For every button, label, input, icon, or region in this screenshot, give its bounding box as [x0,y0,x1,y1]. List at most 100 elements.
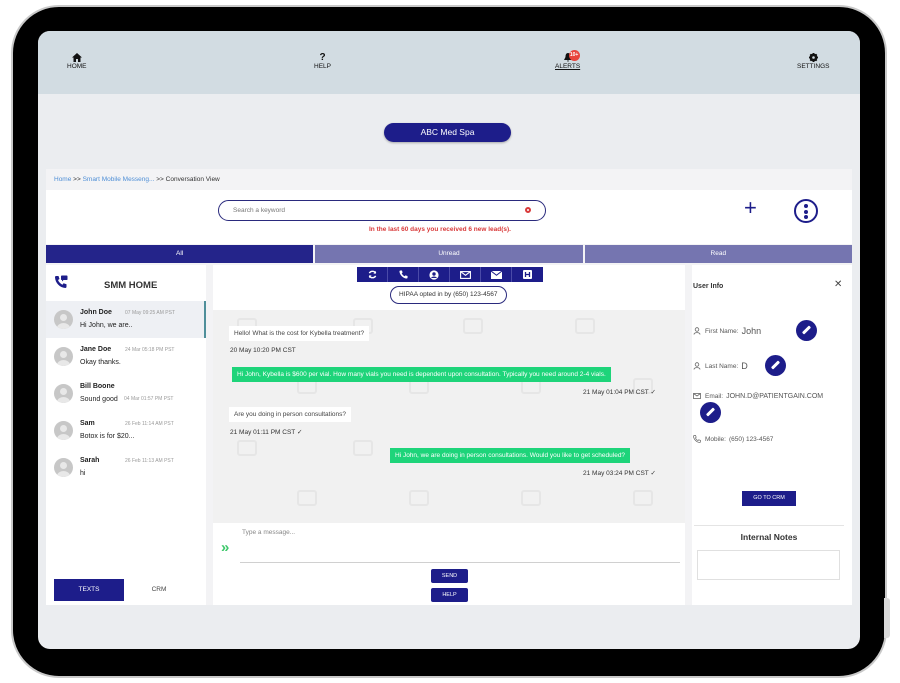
person-icon [693,362,701,370]
incoming-message: Are you doing in person consultations? [229,407,352,422]
breadcrumb-separator: >> [156,176,164,183]
breadcrumb-home[interactable]: Home [54,176,71,183]
avatar [54,310,73,329]
search-input[interactable] [233,204,513,217]
organization-button[interactable]: ABC Med Spa [384,123,511,142]
nav-settings[interactable]: SETTINGS [797,53,830,70]
last-name-field: Last Name: D [693,361,748,371]
last-name-value: D [741,361,748,371]
double-chevron-right-icon[interactable]: » [221,540,229,555]
chat-pane: HIPAA opted in by (650) 123-4567 Hello! … [213,265,685,605]
chat-watermark-icon [297,490,317,506]
hospital-icon [523,270,532,279]
divider [694,525,844,526]
breadcrumb-separator: >> [73,176,81,183]
compose-area: » SEND HELP [213,523,685,605]
more-options-button[interactable] [794,199,818,223]
conversation-item[interactable]: John Doe 07 May 09:25 AM PST Hi John, we… [46,301,206,338]
breadcrumb-current: Conversation View [165,176,220,183]
conversation-list: SMM HOME John Doe 07 May 09:25 AM PST Hi… [46,265,206,605]
message-time: 20 May 10:20 PM CST [230,347,296,354]
user-info-panel: User Info ✕ First Name: John Last Name: … [692,265,852,605]
nav-home[interactable]: HOME [67,53,87,70]
nav-alerts[interactable]: 10+ ALERTS [555,50,580,70]
nav-home-label: HOME [67,63,87,70]
breadcrumb-smm[interactable]: Smart Mobile Messeng... [83,176,155,183]
mobile-field: Mobile: (650) 123-4567 [693,435,773,443]
chat-watermark-icon [463,318,483,334]
message-input[interactable] [240,527,680,563]
email-field: Email: JOHN.D@PATIENTGAIN.COM [693,392,823,400]
email-icon [693,393,701,399]
app-screen: HOME ? HELP 10+ ALERTS SETTINGS ABC Med … [38,31,860,649]
outgoing-message: Hi John, Kybella is $600 per vial. How m… [232,367,611,382]
add-conversation-button[interactable]: + [744,197,757,219]
tab-texts[interactable]: TEXTS [54,579,124,601]
internal-notes-input[interactable] [697,550,840,580]
nav-help[interactable]: ? HELP [314,52,331,71]
alerts-badge: 10+ [568,50,580,61]
outgoing-message: Hi John, we are doing in person consulta… [390,448,631,463]
chat-toolbar [357,267,543,282]
conversation-time: 26 Feb 11:14 AM PST [125,421,174,427]
clear-search-icon[interactable] [525,207,531,213]
conversation-time: 07 May 09:25 AM PST [125,310,176,316]
home-icon [71,53,82,63]
email-compose-button[interactable] [450,267,481,282]
chat-watermark-icon [633,490,653,506]
email-filled-icon [490,270,502,279]
message-thread[interactable]: Hello! What is the cost for Kybella trea… [213,310,685,523]
contact-name: Sarah [80,457,100,464]
help-button[interactable]: HELP [431,588,468,602]
edit-last-name-button[interactable] [765,355,786,376]
conversation-item[interactable]: Sam 26 Feb 11:14 AM PST Botox is for $20… [46,412,206,449]
tab-unread[interactable]: Unread [315,245,583,263]
message-preview: hi [80,470,86,477]
close-icon[interactable]: ✕ [834,279,842,290]
message-time: 21 May 01:11 PM CST ✓ [230,429,303,436]
refresh-icon [368,270,376,279]
conversation-item[interactable]: Jane Doe 24 Mar 05:18 PM PST Okay thanks… [46,338,206,375]
email-value: JOHN.D@PATIENTGAIN.COM [726,392,824,400]
tab-read[interactable]: Read [584,245,852,263]
conversation-item[interactable]: Bill Boone 04 Mar 01:57 PM PST Sound goo… [46,375,206,412]
hipaa-status: HIPAA opted in by (650) 123-4567 [390,286,507,304]
dot-icon [804,215,808,219]
nav-help-label: HELP [314,63,331,70]
search-box [218,200,546,221]
conversation-time: 04 Mar 01:57 PM PST [124,396,174,402]
breadcrumb: Home >> Smart Mobile Messeng... >> Conve… [54,176,220,183]
mobile-value: (650) 123-4567 [728,435,774,443]
first-name-value: John [741,326,762,336]
dot-icon [804,209,808,214]
chat-watermark-icon [575,318,595,334]
edit-email-button[interactable] [700,402,721,423]
conversation-item[interactable]: Sarah 26 Feb 11:13 AM PST hi [46,449,206,486]
send-button[interactable]: SEND [431,569,468,583]
mobile-label: Mobile: [705,435,726,443]
hospital-button[interactable] [512,267,543,282]
email-outline-icon [459,270,471,279]
bottom-tabs: TEXTS CRM [54,579,194,601]
contact-name: John Doe [80,309,112,316]
go-to-crm-button[interactable]: GO TO CRM [742,491,796,506]
message-preview: Sound good [80,396,118,403]
edit-first-name-button[interactable] [796,320,817,341]
email-button[interactable] [481,267,512,282]
question-icon: ? [319,52,326,63]
refresh-button[interactable] [357,267,388,282]
main-panel: Home >> Smart Mobile Messeng... >> Conve… [46,169,852,605]
tab-crm[interactable]: CRM [124,579,194,601]
chat-watermark-icon [237,440,257,456]
tab-all[interactable]: All [46,245,314,263]
contact-button[interactable] [419,267,450,282]
dot-icon [804,204,808,208]
tablet-side-button [884,598,890,638]
conversation-time: 26 Feb 11:13 AM PST [125,458,174,464]
email-label: Email: [705,392,724,400]
call-button[interactable] [388,267,419,282]
phone-message-icon[interactable] [54,275,68,289]
contact-name: Sam [80,420,95,427]
phone-icon [693,435,701,443]
conversation-time: 24 Mar 05:18 PM PST [125,347,175,353]
